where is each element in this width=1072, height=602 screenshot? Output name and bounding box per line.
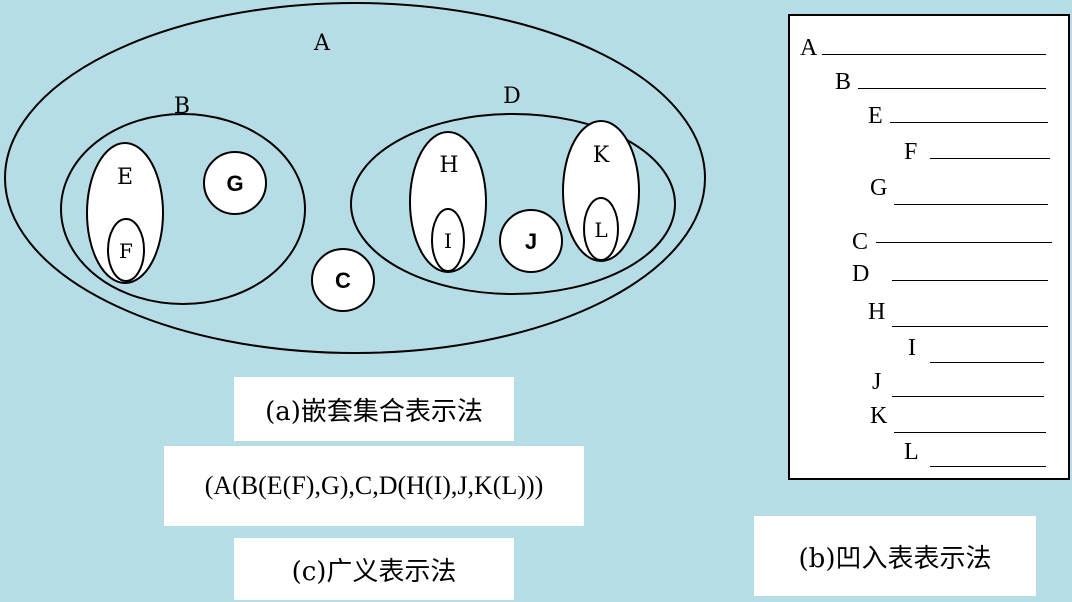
indented-table-panel: A B E F G C D H I J K L <box>788 14 1070 480</box>
indent-letter-I: I <box>908 335 916 361</box>
indent-line-D <box>892 280 1048 281</box>
set-L-label: L <box>594 218 607 242</box>
indent-row-L: L <box>790 438 1068 468</box>
set-K-label: K <box>593 143 610 168</box>
indent-letter-D: D <box>852 261 870 287</box>
caption-indented-table: (b)凹入表表示法 <box>754 516 1036 596</box>
indent-letter-K: K <box>870 403 888 429</box>
indent-row-A: A <box>790 34 1068 64</box>
indent-letter-H: H <box>868 299 886 325</box>
indent-row-E: E <box>790 102 1068 132</box>
indent-line-J <box>892 396 1044 397</box>
set-A-label: A <box>313 31 331 56</box>
indent-letter-J: J <box>872 369 882 395</box>
indent-line-K <box>894 432 1046 433</box>
indent-letter-E: E <box>868 103 883 129</box>
indent-row-I: I <box>790 334 1068 364</box>
indent-letter-B: B <box>835 69 852 95</box>
indent-letter-G: G <box>870 175 888 201</box>
indent-line-E <box>890 122 1048 123</box>
indent-row-K: K <box>790 402 1068 433</box>
indent-letter-L: L <box>904 439 919 465</box>
caption-nested-set: (a)嵌套集合表示法 <box>234 377 514 441</box>
set-D-label: D <box>503 84 521 109</box>
set-I-label: I <box>444 229 452 253</box>
set-G-label: G <box>226 171 243 196</box>
indent-line-H <box>892 326 1048 327</box>
set-E-label: E <box>117 165 133 190</box>
indent-line-F <box>930 158 1050 159</box>
indent-line-L <box>930 466 1046 467</box>
set-C-label: C <box>335 268 351 293</box>
indent-row-H: H <box>790 298 1068 328</box>
set-J-label: J <box>525 229 537 254</box>
indent-row-B: B <box>790 68 1068 98</box>
indent-row-C: C <box>790 228 1068 258</box>
indent-line-B <box>858 88 1046 89</box>
caption-generalized-list: (c)广义表示法 <box>234 538 514 600</box>
indent-row-J: J <box>790 368 1068 398</box>
generalized-list-expression: (A(B(E(F),G),C,D(H(I),J,K(L))) <box>164 446 584 526</box>
indent-letter-A: A <box>800 35 818 61</box>
indent-letter-C: C <box>852 229 869 255</box>
set-H-label: H <box>439 153 458 178</box>
indent-line-G <box>894 204 1048 205</box>
indent-row-D: D <box>790 260 1068 290</box>
nested-set-diagram: A B E F G C D H I J K L <box>4 2 706 354</box>
indent-line-C <box>876 242 1052 243</box>
indent-row-G: G <box>790 174 1068 205</box>
indent-letter-F: F <box>904 139 918 165</box>
indent-line-I <box>930 362 1044 363</box>
set-F-label: F <box>119 239 133 263</box>
indent-row-F: F <box>790 138 1068 168</box>
set-B-label: B <box>174 94 190 119</box>
indent-line-A <box>822 54 1046 55</box>
